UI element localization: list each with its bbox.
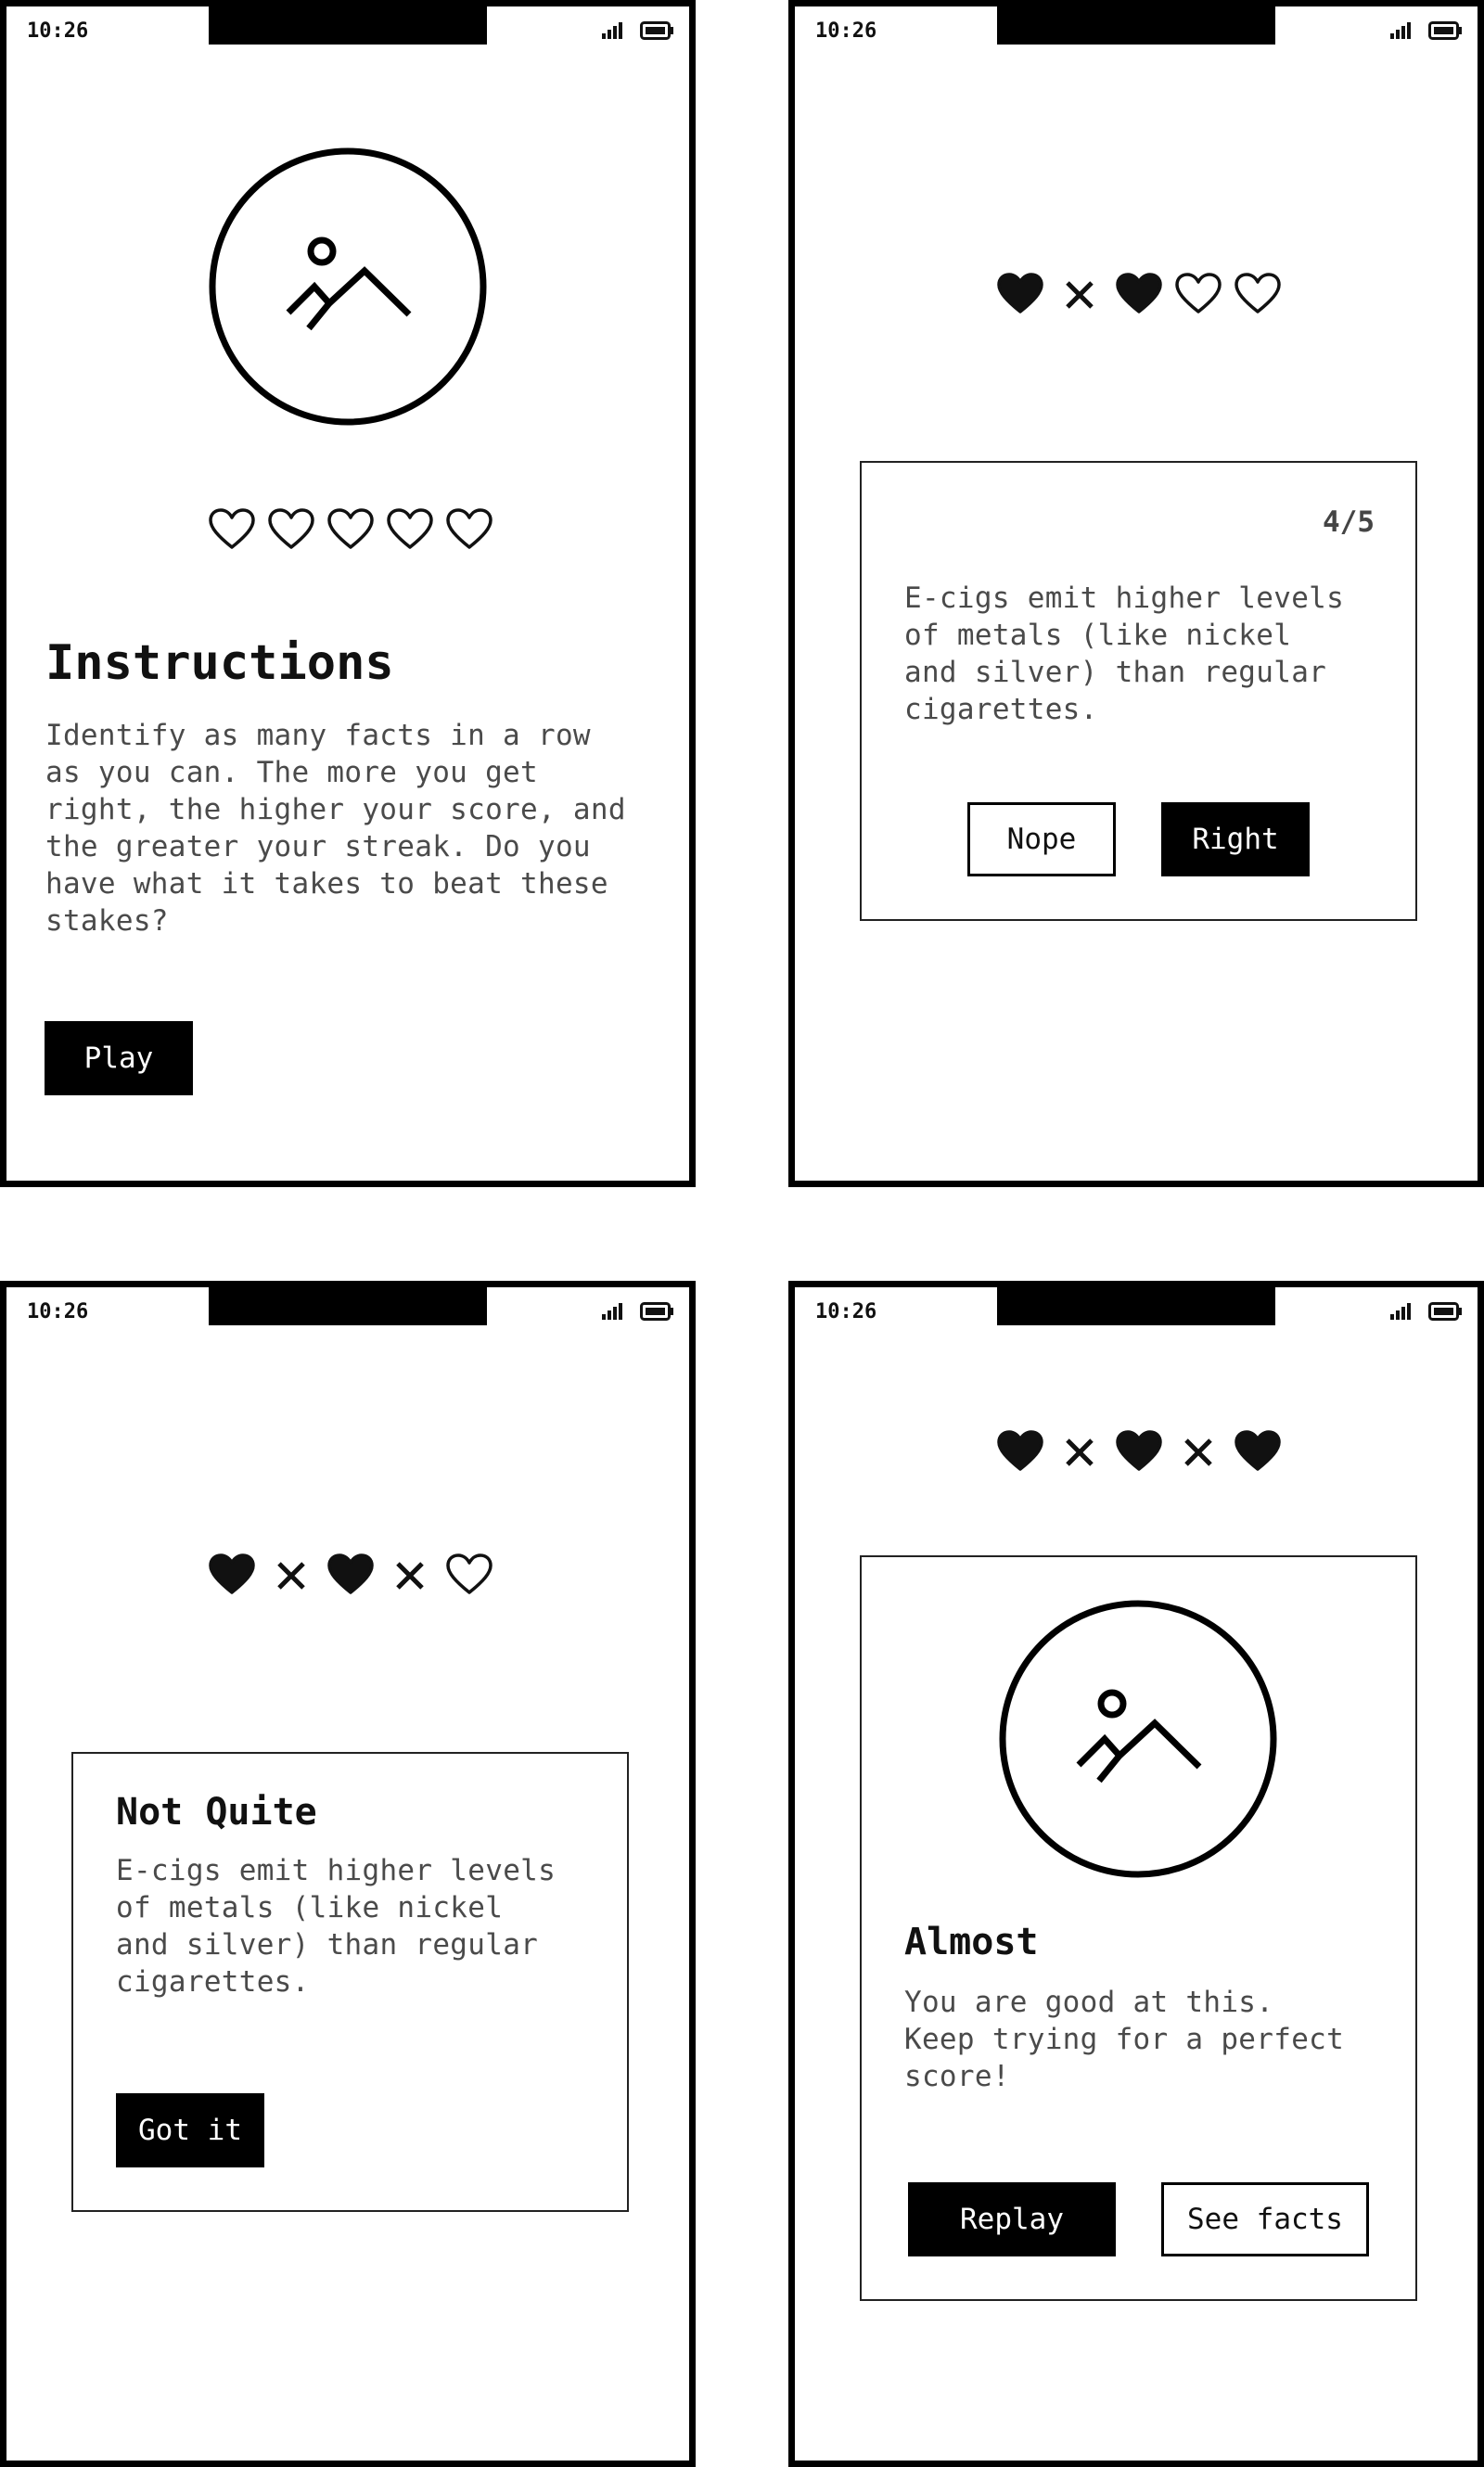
battery-icon <box>1428 21 1462 40</box>
heart-filled-icon <box>1116 273 1162 313</box>
instructions-title: Instructions <box>45 635 394 691</box>
battery-icon <box>1428 1302 1462 1321</box>
right-button[interactable]: Right <box>1161 802 1310 876</box>
cross-icon <box>396 1562 424 1590</box>
status-time: 10:26 <box>27 19 89 43</box>
battery-icon <box>640 21 673 40</box>
cross-icon <box>1184 1438 1212 1466</box>
question-card: 4/5 E-cigs emit higher levels of metals … <box>860 461 1417 921</box>
notch <box>209 6 487 45</box>
heart-filled-icon <box>209 1553 255 1594</box>
nope-button[interactable]: Nope <box>967 802 1116 876</box>
heart-filled-icon <box>997 273 1043 313</box>
heart-filled-icon <box>997 1430 1043 1471</box>
cross-icon <box>277 1562 305 1590</box>
question-fact: E-cigs emit higher levels of metals (lik… <box>904 582 1345 726</box>
heart-outline-icon <box>446 508 493 549</box>
lives-indicator <box>997 1429 1281 1474</box>
heart-outline-icon <box>1175 273 1222 313</box>
feedback-card: Not Quite E-cigs emit higher levels of m… <box>71 1752 629 2212</box>
status-time: 10:26 <box>815 19 877 43</box>
play-button[interactable]: Play <box>45 1021 193 1095</box>
heart-outline-icon <box>446 1553 493 1594</box>
heart-filled-icon <box>1235 1430 1281 1471</box>
notch <box>997 6 1275 45</box>
battery-icon <box>640 1302 673 1321</box>
status-time: 10:26 <box>815 1300 877 1323</box>
lives-indicator <box>209 507 493 552</box>
result-screen: 10:26 Almost You are good at this. Keep … <box>788 1281 1484 2467</box>
feedback-title: Not Quite <box>116 1791 317 1834</box>
feedback-fact: E-cigs emit higher levels of metals (lik… <box>116 1854 556 1999</box>
heart-filled-icon <box>327 1553 374 1594</box>
cross-icon <box>1066 1438 1094 1466</box>
see-facts-button[interactable]: See facts <box>1161 2182 1369 2256</box>
instructions-body: Identify as many facts in a row as you c… <box>45 719 626 938</box>
status-time: 10:26 <box>27 1300 89 1323</box>
lives-indicator <box>997 272 1281 316</box>
instructions-screen: 10:26 Instructions Identify as many fact… <box>0 0 696 1187</box>
heart-outline-icon <box>1235 273 1281 313</box>
image-placeholder-icon <box>999 1600 1277 1878</box>
replay-button[interactable]: Replay <box>908 2182 1116 2256</box>
result-title: Almost <box>904 1921 1039 1963</box>
heart-outline-icon <box>209 508 255 549</box>
heart-filled-icon <box>1116 1430 1162 1471</box>
heart-outline-icon <box>268 508 314 549</box>
feedback-screen: 10:26 Not Quite E-cigs emit higher level… <box>0 1281 696 2467</box>
signal-icon <box>602 22 622 39</box>
question-counter: 4/5 <box>1323 505 1375 539</box>
result-body: You are good at this. Keep trying for a … <box>904 1986 1345 2093</box>
notch <box>209 1287 487 1325</box>
signal-icon <box>602 1303 622 1320</box>
result-card: Almost You are good at this. Keep trying… <box>860 1555 1417 2301</box>
cross-icon <box>1066 281 1094 309</box>
heart-outline-icon <box>387 508 433 549</box>
question-screen: 10:26 4/5 E-cigs emit higher levels of m… <box>788 0 1484 1187</box>
notch <box>997 1287 1275 1325</box>
signal-icon <box>1390 22 1411 39</box>
heart-outline-icon <box>327 508 374 549</box>
got-it-button[interactable]: Got it <box>116 2093 264 2167</box>
image-placeholder-icon <box>209 147 487 426</box>
signal-icon <box>1390 1303 1411 1320</box>
lives-indicator <box>209 1553 493 1597</box>
